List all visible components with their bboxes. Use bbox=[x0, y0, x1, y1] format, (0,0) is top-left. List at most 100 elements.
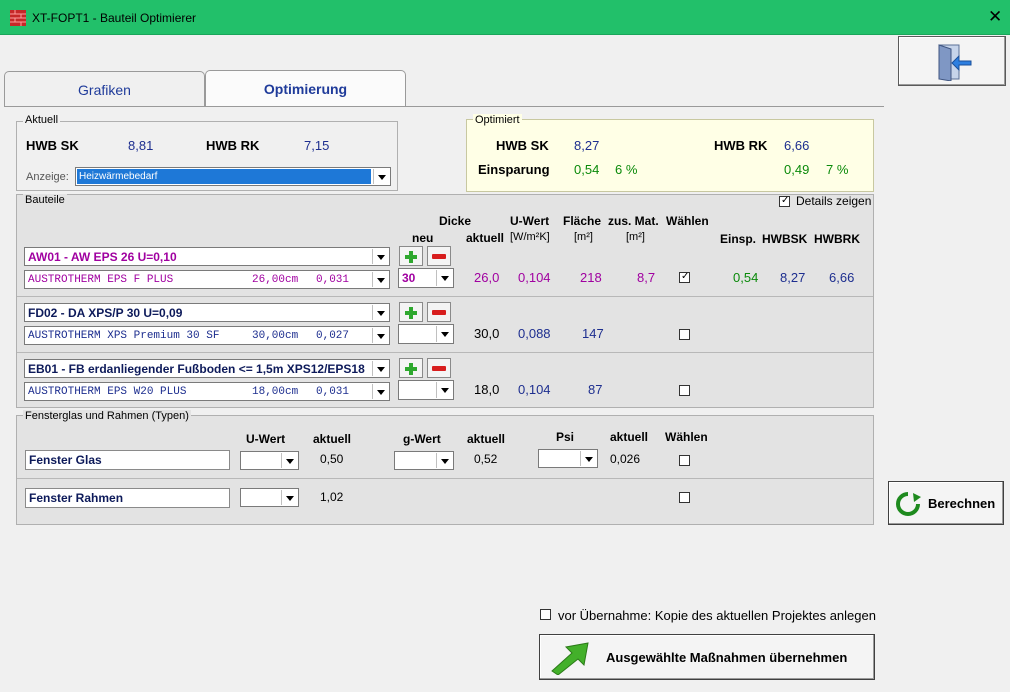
remove-layer-button-2[interactable] bbox=[427, 302, 451, 322]
hwb-rk-label: HWB RK bbox=[206, 138, 260, 153]
close-icon[interactable]: ✕ bbox=[988, 8, 1002, 25]
title-bar: XT-FOPT1 - Bauteil Optimierer ✕ bbox=[0, 0, 1010, 35]
bauteile-legend: Bauteile bbox=[23, 194, 67, 206]
tab-grafiken[interactable]: Grafiken bbox=[4, 71, 205, 107]
remove-layer-button-3[interactable] bbox=[427, 358, 451, 378]
arrow-icon bbox=[551, 642, 589, 675]
material-lambda-2: 0,027 bbox=[316, 330, 350, 342]
chevron-down-icon bbox=[580, 451, 596, 466]
chevron-down-icon bbox=[372, 272, 388, 287]
fenster-header-aktuell: aktuell bbox=[313, 432, 352, 446]
uwert-3: 0,104 bbox=[518, 382, 551, 397]
fenster-header-psi: Psi bbox=[556, 430, 575, 444]
chevron-down-icon bbox=[436, 326, 452, 342]
material-dicke-1: 26,00cm bbox=[252, 274, 299, 286]
neu-dicke-select-1[interactable]: 30 bbox=[398, 268, 454, 288]
zusmat-1: 8,7 bbox=[637, 270, 656, 285]
einsp-1: 0,54 bbox=[733, 270, 759, 285]
uebernehmen-button[interactable]: Ausgewählte Maßnahmen übernehmen bbox=[539, 634, 875, 680]
uebernehmen-label: Ausgewählte Maßnahmen übernehmen bbox=[606, 650, 848, 665]
exit-button[interactable] bbox=[898, 36, 1006, 86]
add-layer-button-3[interactable] bbox=[399, 358, 423, 378]
chevron-down-icon bbox=[436, 382, 452, 398]
remove-layer-button-1[interactable] bbox=[427, 246, 451, 266]
chevron-down-icon bbox=[373, 169, 389, 184]
bauteil-name-2: FD02 - DA XPS/P 30 U=0,09 bbox=[28, 306, 183, 320]
anzeige-select[interactable]: Heizwärmebedarf bbox=[75, 167, 391, 186]
chevron-down-icon bbox=[372, 361, 388, 376]
chevron-down-icon bbox=[372, 249, 388, 264]
header-aktuell: aktuell bbox=[466, 231, 505, 245]
berechnen-label: Berechnen bbox=[928, 496, 996, 511]
bauteil-select-3[interactable]: EB01 - FB erdanliegender Fußboden <= 1,5… bbox=[24, 359, 390, 378]
glas-uwert-aktuell: 0,50 bbox=[320, 452, 344, 466]
optimiert-legend: Optimiert bbox=[473, 114, 522, 126]
hwb-rk-value: 7,15 bbox=[304, 138, 330, 153]
berechnen-button[interactable]: Berechnen bbox=[888, 481, 1004, 525]
row-divider bbox=[17, 352, 873, 353]
fenster-glas-field: Fenster Glas bbox=[25, 450, 230, 470]
row-divider bbox=[17, 478, 873, 479]
material-dicke-3: 18,00cm bbox=[252, 386, 299, 398]
fenster-group bbox=[16, 415, 874, 525]
rahmen-uwert-select[interactable] bbox=[240, 488, 299, 507]
glas-gwert-aktuell: 0,52 bbox=[474, 452, 498, 466]
einsparung-rk-pct: 7 % bbox=[826, 162, 849, 177]
header-dicke: Dicke bbox=[439, 214, 472, 228]
uwert-1: 0,104 bbox=[518, 270, 551, 285]
rahmen-waehlen-checkbox[interactable] bbox=[679, 492, 690, 503]
bauteil-name-1: AW01 - AW EPS 26 U=0,10 bbox=[28, 250, 177, 264]
einsparung-label: Einsparung bbox=[478, 162, 550, 177]
glas-uwert-select[interactable] bbox=[240, 451, 299, 470]
neu-dicke-value-1: 30 bbox=[402, 271, 416, 285]
anzeige-value: Heizwärmebedarf bbox=[79, 171, 158, 182]
fenster-header-waehlen: Wählen bbox=[665, 430, 708, 444]
glas-gwert-select[interactable] bbox=[394, 451, 454, 470]
row-divider bbox=[17, 296, 873, 297]
fenster-glas-label: Fenster Glas bbox=[29, 453, 102, 467]
header-zusmat-unit: [m²] bbox=[626, 231, 645, 243]
header-uwert: U-Wert bbox=[510, 214, 550, 228]
glas-psi-select[interactable] bbox=[538, 449, 598, 468]
header-zusmat: zus. Mat. bbox=[608, 214, 659, 228]
hwbsk-1: 8,27 bbox=[780, 270, 806, 285]
bauteil-name-3: EB01 - FB erdanliegender Fußboden <= 1,5… bbox=[28, 362, 365, 376]
bauteil-select-2[interactable]: FD02 - DA XPS/P 30 U=0,09 bbox=[24, 303, 390, 322]
bauteil-select-1[interactable]: AW01 - AW EPS 26 U=0,10 bbox=[24, 247, 390, 266]
chevron-down-icon bbox=[281, 490, 297, 505]
app-icon bbox=[10, 10, 26, 26]
add-layer-button-2[interactable] bbox=[399, 302, 423, 322]
material-select-2[interactable]: AUSTROTHERM XPS Premium 30 SF 30,00cm 0,… bbox=[24, 326, 390, 345]
waehlen-checkbox-2[interactable] bbox=[679, 329, 690, 340]
header-hwbrk: HWBRK bbox=[814, 232, 860, 246]
aktuell-dicke-1: 26,0 bbox=[474, 270, 500, 285]
chevron-down-icon bbox=[372, 305, 388, 320]
flaeche-2: 147 bbox=[582, 326, 604, 341]
header-neu: neu bbox=[412, 231, 434, 245]
waehlen-checkbox-1[interactable] bbox=[679, 271, 690, 283]
flaeche-1: 218 bbox=[580, 270, 602, 285]
hwbrk-1: 6,66 bbox=[829, 270, 855, 285]
chevron-down-icon bbox=[372, 384, 388, 399]
header-flaeche-unit: [m²] bbox=[574, 231, 593, 243]
neu-dicke-select-2[interactable] bbox=[398, 324, 454, 344]
waehlen-checkbox-3[interactable] bbox=[679, 385, 690, 396]
fenster-rahmen-field: Fenster Rahmen bbox=[25, 488, 230, 508]
material-select-3[interactable]: AUSTROTHERM EPS W20 PLUS 18,00cm 0,031 bbox=[24, 382, 390, 401]
glas-psi-aktuell: 0,026 bbox=[610, 452, 641, 466]
material-select-1[interactable]: AUSTROTHERM EPS F PLUS 26,00cm 0,031 bbox=[24, 270, 390, 289]
opt-hwb-rk-value: 6,66 bbox=[784, 138, 810, 153]
tab-optimierung[interactable]: Optimierung bbox=[205, 70, 406, 108]
add-layer-button-1[interactable] bbox=[399, 246, 423, 266]
opt-hwb-sk-value: 8,27 bbox=[574, 138, 600, 153]
neu-dicke-select-3[interactable] bbox=[398, 380, 454, 400]
details-checkbox[interactable] bbox=[779, 195, 790, 207]
chevron-down-icon bbox=[372, 328, 388, 343]
fenster-header-aktuell2: aktuell bbox=[467, 432, 506, 446]
material-dicke-2: 30,00cm bbox=[252, 330, 299, 342]
opt-hwb-sk-label: HWB SK bbox=[496, 138, 549, 153]
header-uwert-unit: [W/m²K] bbox=[510, 231, 550, 243]
aktuell-dicke-3: 18,0 bbox=[474, 382, 500, 397]
kopie-checkbox[interactable] bbox=[540, 609, 551, 620]
glas-waehlen-checkbox[interactable] bbox=[679, 455, 690, 466]
